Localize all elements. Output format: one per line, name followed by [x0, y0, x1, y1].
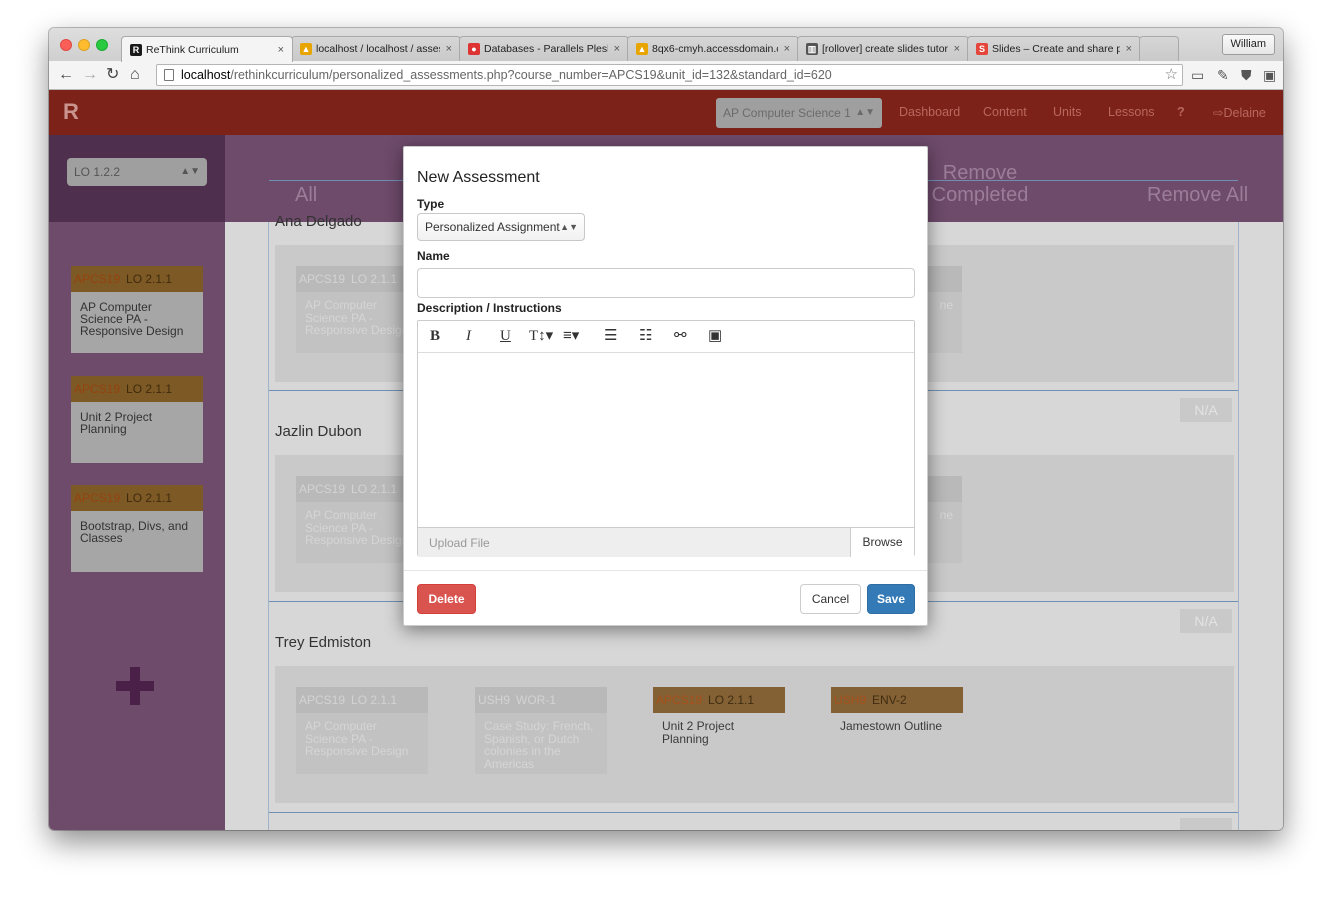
new-assessment-modal: New Assessment Type Personalized Assignm… [403, 146, 928, 626]
minimize-window-icon[interactable] [78, 39, 90, 51]
close-tab-icon[interactable]: × [614, 43, 620, 55]
lo-select[interactable]: LO 1.2.2 ▲▼ [67, 158, 207, 186]
assessment-card[interactable]: USH9 ENV-2 Jamestown Outline [831, 687, 963, 774]
status-badge [1180, 818, 1232, 830]
logout-icon: ⇨ [1213, 106, 1224, 120]
course-select[interactable]: AP Computer Science 1 ▲▼ [716, 98, 882, 128]
browse-button[interactable]: Browse [850, 528, 914, 557]
font-size-icon[interactable]: T↕▾ [529, 327, 553, 345]
browser-window: R ReThink Curriculum × ▲ localhost / loc… [49, 28, 1283, 830]
web-page: R AP Computer Science 1 ▲▼ Dashboard Con… [49, 90, 1283, 830]
student-name: Trey Edmiston [275, 634, 372, 651]
editor-toolbar: B I U T↕▾ ≡▾ ☰ ☷ ⚯ ▣ [418, 321, 914, 353]
student-row: Trey Edmiston N/A APCS19 LO 2.1.1 AP Comp… [269, 601, 1238, 812]
extension-icon[interactable]: ▣ [1263, 67, 1276, 83]
profile-button[interactable]: William [1221, 34, 1275, 55]
description-label: Description / Instructions [417, 301, 562, 315]
nav-units[interactable]: Units [1053, 105, 1081, 119]
select-arrows-icon: ▲▼ [180, 166, 200, 177]
phpmyadmin-icon: ▲ [300, 43, 312, 55]
underline-icon[interactable]: U [500, 327, 511, 345]
forward-arrow-icon[interactable]: → [82, 65, 98, 85]
unordered-list-icon[interactable]: ☷ [639, 327, 652, 345]
cancel-button[interactable]: Cancel [800, 584, 861, 614]
page-icon [164, 69, 174, 81]
close-tab-icon[interactable]: × [278, 44, 284, 56]
ordered-list-icon[interactable]: ☰ [604, 327, 617, 345]
phpmyadmin-icon: ▲ [636, 43, 648, 55]
app-navbar: R AP Computer Science 1 ▲▼ Dashboard Con… [49, 90, 1283, 135]
tab-slides[interactable]: S Slides – Create and share presentation… [967, 36, 1141, 61]
file-upload[interactable]: Upload File Browse [418, 527, 914, 557]
tab-trello[interactable]: ▥ [rollover] create slides tutorial × [797, 36, 969, 61]
type-select[interactable]: Personalized Assignment ▲▼ [417, 213, 585, 241]
sidebar-assessment-card[interactable]: APCS19 LO 2.1.1 Unit 2 Project Planning [71, 376, 203, 463]
bold-icon[interactable]: B [430, 327, 440, 345]
nav-dashboard[interactable]: Dashboard [899, 105, 960, 119]
tab-strip: R ReThink Curriculum × ▲ localhost / loc… [49, 28, 1283, 62]
nav-lessons[interactable]: Lessons [1108, 105, 1155, 119]
back-arrow-icon[interactable]: ← [58, 65, 74, 85]
tab-plesk[interactable]: ● Databases - Parallels Plesk × [459, 36, 629, 61]
add-assessment-plus-icon[interactable] [116, 667, 154, 705]
image-icon[interactable]: ▣ [708, 327, 722, 345]
sidebar-header: LO 1.2.2 ▲▼ [49, 135, 225, 222]
select-arrows-icon: ▲▼ [855, 107, 875, 118]
editor-content-area[interactable] [418, 353, 914, 527]
trello-icon: ▥ [806, 43, 818, 55]
zoom-window-icon[interactable] [96, 39, 108, 51]
ublock-icon[interactable]: ⛊ [1241, 67, 1252, 83]
tab-phpmyadmin[interactable]: ▲ localhost / localhost / assessments × [291, 36, 461, 61]
close-tab-icon[interactable]: × [784, 43, 790, 55]
rethink-logo-icon: R [130, 43, 142, 56]
sidebar-assessment-card[interactable]: APCS19 LO 2.1.1 AP Computer Science PA - … [71, 266, 203, 353]
brand-logo[interactable]: R [63, 99, 79, 125]
question-circle-icon[interactable]: ? [1177, 105, 1185, 119]
link-icon[interactable]: ⚯ [674, 327, 687, 345]
name-label: Name [417, 249, 450, 263]
assessment-card[interactable]: APCS19 LO 2.1.1 Unit 2 Project Planning [653, 687, 785, 774]
sidebar-assessment-card[interactable]: APCS19 LO 2.1.1 Bootstrap, Divs, and Clas… [71, 485, 203, 572]
status-badge: N/A [1180, 609, 1232, 633]
student-name: Jazlin Dubon [275, 423, 362, 440]
reload-icon[interactable]: ↻ [106, 65, 119, 85]
close-tab-icon[interactable]: × [954, 43, 960, 55]
browser-toolbar: ← → ↻ ⌂ localhost/rethinkcurriculum/pers… [49, 61, 1283, 90]
sidebar: LO 1.2.2 ▲▼ APCS19 LO 2.1.1 AP Computer S… [49, 135, 225, 830]
home-icon[interactable]: ⌂ [130, 65, 140, 85]
bookmark-star-icon[interactable]: ☆ [1165, 65, 1178, 85]
status-badge: N/A [1180, 398, 1232, 422]
tab-accessdomain[interactable]: ▲ 8qx6-cmyh.accessdomain.com × [627, 36, 799, 61]
student-row [269, 812, 1238, 830]
new-tab-button[interactable] [1139, 36, 1179, 61]
plesk-icon: ● [468, 43, 480, 55]
close-window-icon[interactable] [60, 39, 72, 51]
tab-rethink[interactable]: R ReThink Curriculum × [121, 36, 293, 62]
save-button[interactable]: Save [867, 584, 915, 614]
delete-button[interactable]: Delete [417, 584, 476, 614]
assessment-strip: APCS19 LO 2.1.1 AP Computer Science PA - … [275, 666, 1234, 803]
address-bar[interactable]: localhost/rethinkcurriculum/personalized… [156, 64, 1183, 86]
assessment-card[interactable]: APCS19 LO 2.1.1 AP Computer Science PA - … [296, 687, 428, 774]
logout-link[interactable]: ⇨Delaine [1213, 105, 1266, 120]
cast-icon[interactable]: ▭ [1191, 67, 1204, 83]
assessment-card[interactable]: USH9 WOR-1 Case Study: French, Spanish, o… [475, 687, 607, 774]
student-name: Ana Delgado [275, 213, 362, 230]
align-icon[interactable]: ≡▾ [563, 327, 579, 345]
nav-content[interactable]: Content [983, 105, 1027, 119]
name-input[interactable] [417, 268, 915, 298]
slides-icon: S [976, 43, 988, 55]
modal-title: New Assessment [417, 169, 540, 186]
close-tab-icon[interactable]: × [446, 43, 452, 55]
close-tab-icon[interactable]: × [1126, 43, 1132, 55]
eyedropper-icon[interactable]: ✎ [1217, 67, 1229, 83]
select-arrows-icon: ▲▼ [560, 222, 578, 232]
type-label: Type [417, 197, 445, 211]
italic-icon[interactable]: I [466, 327, 471, 345]
description-editor: B I U T↕▾ ≡▾ ☰ ☷ ⚯ ▣ Upload File Browse [417, 320, 915, 557]
modal-footer-divider [404, 570, 927, 571]
